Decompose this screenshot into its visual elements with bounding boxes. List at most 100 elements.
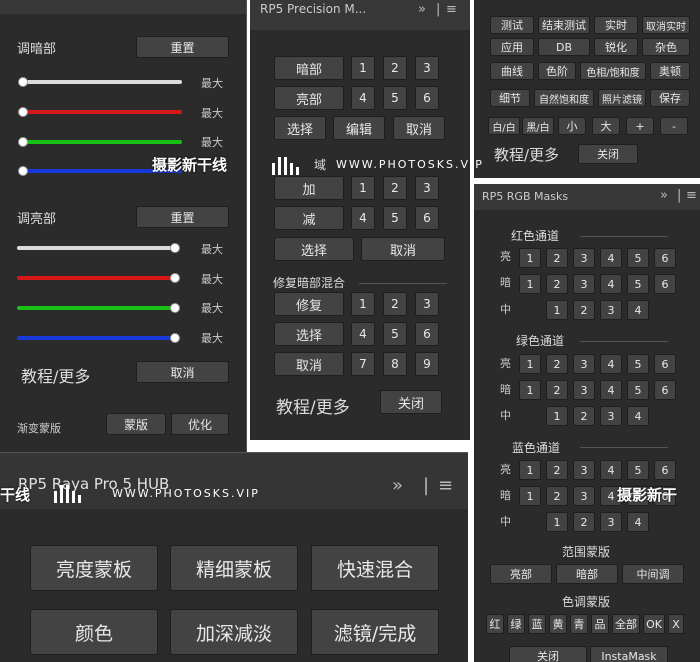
channel-num-2-button[interactable]: 2 [546, 380, 568, 400]
channel-num-5-button[interactable]: 5 [627, 460, 649, 480]
minus-button[interactable]: - [660, 117, 688, 135]
mask-button[interactable]: 蒙版 [106, 413, 166, 435]
close-button[interactable]: 关闭 [578, 144, 638, 164]
channel-num-4-button[interactable]: 4 [600, 354, 622, 374]
cancel-button[interactable]: 取消 [393, 116, 445, 140]
tone-7-button[interactable]: OK [643, 614, 665, 634]
expand-icon[interactable]: » [392, 475, 403, 496]
add-button[interactable]: 加 [274, 176, 344, 200]
channel-num-1-button[interactable]: 1 [519, 486, 541, 506]
expand-icon[interactable]: » [418, 2, 426, 17]
tutorial-link[interactable]: 教程/更多 [21, 363, 90, 387]
slider-knob[interactable] [170, 243, 180, 253]
tone-6-button[interactable]: 全部 [612, 614, 640, 634]
edit-button[interactable]: 编辑 [333, 116, 385, 140]
orton-button[interactable]: 奥顿 [650, 62, 690, 80]
num-1-button[interactable]: 1 [351, 56, 375, 80]
num-2-button[interactable]: 2 [383, 176, 407, 200]
save-button[interactable]: 保存 [650, 89, 690, 107]
test-button[interactable]: 测试 [490, 16, 534, 34]
num-3-button[interactable]: 3 [415, 292, 439, 316]
cancel-button[interactable]: 取消 [361, 237, 445, 261]
cancel-realtime-button[interactable]: 取消实时 [642, 16, 690, 34]
tutorial-link[interactable]: 教程/更多 [276, 393, 350, 418]
channel-num-1-button[interactable]: 1 [519, 354, 541, 374]
dark-button[interactable]: 暗部 [274, 56, 344, 80]
channel-num-5-button[interactable]: 5 [627, 248, 649, 268]
tone-0-button[interactable]: 红 [486, 614, 504, 634]
channel-num-3-button[interactable]: 3 [600, 512, 622, 532]
slider-knob[interactable] [170, 273, 180, 283]
channel-num-6-button[interactable]: 6 [654, 380, 676, 400]
sharpen-button[interactable]: 锐化 [594, 38, 638, 56]
slider-knob[interactable] [170, 303, 180, 313]
num-4-button[interactable]: 4 [351, 86, 375, 110]
channel-num-1-button[interactable]: 1 [519, 460, 541, 480]
channel-num-3-button[interactable]: 3 [573, 380, 595, 400]
hue-sat-button[interactable]: 色相/饱和度 [580, 62, 646, 80]
fine-mask-button[interactable]: 精细蒙板 [170, 545, 298, 591]
select-button[interactable]: 选择 [274, 237, 354, 261]
noise-button[interactable]: 杂色 [642, 38, 690, 56]
channel-num-3-button[interactable]: 3 [573, 460, 595, 480]
db-button[interactable]: DB [538, 38, 590, 56]
num-5-button[interactable]: 5 [383, 322, 407, 346]
close-button[interactable]: 关闭 [380, 390, 442, 414]
vibrance-button[interactable]: 自然饱和度 [534, 89, 594, 107]
slider-knob[interactable] [18, 137, 28, 147]
levels-button[interactable]: 色阶 [538, 62, 576, 80]
cancel-button[interactable]: 取消 [274, 352, 344, 376]
tone-5-button[interactable]: 品 [591, 614, 609, 634]
num-3-button[interactable]: 3 [415, 56, 439, 80]
subtract-button[interactable]: 减 [274, 206, 344, 230]
channel-num-2-button[interactable]: 2 [573, 406, 595, 426]
channel-num-1-button[interactable]: 1 [519, 274, 541, 294]
channel-num-5-button[interactable]: 5 [627, 354, 649, 374]
large-button[interactable]: 大 [592, 117, 620, 135]
tutorial-link[interactable]: 教程/更多 [494, 144, 559, 165]
bright-button[interactable]: 亮部 [274, 86, 344, 110]
num-9-button[interactable]: 9 [415, 352, 439, 376]
channel-num-2-button[interactable]: 2 [546, 486, 568, 506]
channel-num-5-button[interactable]: 5 [627, 380, 649, 400]
color-button[interactable]: 颜色 [30, 609, 158, 655]
channel-num-4-button[interactable]: 4 [600, 460, 622, 480]
channel-num-1-button[interactable]: 1 [546, 406, 568, 426]
menu-icon[interactable]: ≡ [446, 2, 457, 17]
reset-dark-button[interactable]: 重置 [136, 36, 229, 58]
cancel-button[interactable]: 取消 [136, 361, 229, 383]
repair-button[interactable]: 修复 [274, 292, 344, 316]
num-4-button[interactable]: 4 [351, 206, 375, 230]
channel-num-3-button[interactable]: 3 [573, 354, 595, 374]
channel-num-3-button[interactable]: 3 [573, 274, 595, 294]
channel-num-2-button[interactable]: 2 [546, 460, 568, 480]
menu-icon[interactable]: ≡ [438, 475, 453, 496]
num-6-button[interactable]: 6 [415, 206, 439, 230]
channel-num-1-button[interactable]: 1 [519, 380, 541, 400]
menu-icon[interactable]: ≡ [686, 188, 697, 203]
quick-blend-button[interactable]: 快速混合 [311, 545, 439, 591]
channel-num-2-button[interactable]: 2 [546, 248, 568, 268]
optimize-button[interactable]: 优化 [171, 413, 229, 435]
num-1-button[interactable]: 1 [351, 292, 375, 316]
instamask-button[interactable]: InstaMask [590, 646, 668, 662]
detail-button[interactable]: 细节 [490, 89, 530, 107]
channel-num-2-button[interactable]: 2 [546, 274, 568, 294]
close-button[interactable]: 关闭 [509, 646, 587, 662]
small-button[interactable]: 小 [558, 117, 586, 135]
channel-num-6-button[interactable]: 6 [654, 274, 676, 294]
channel-num-1-button[interactable]: 1 [546, 300, 568, 320]
tone-3-button[interactable]: 黄 [549, 614, 567, 634]
num-5-button[interactable]: 5 [383, 206, 407, 230]
tone-1-button[interactable]: 绿 [507, 614, 525, 634]
channel-num-2-button[interactable]: 2 [573, 512, 595, 532]
num-2-button[interactable]: 2 [383, 56, 407, 80]
channel-num-1-button[interactable]: 1 [519, 248, 541, 268]
slider-knob[interactable] [170, 333, 180, 343]
range-dark-button[interactable]: 暗部 [556, 564, 618, 584]
apply-button[interactable]: 应用 [490, 38, 534, 56]
tone-8-button[interactable]: X [668, 614, 684, 634]
channel-num-4-button[interactable]: 4 [627, 512, 649, 532]
num-6-button[interactable]: 6 [415, 86, 439, 110]
num-1-button[interactable]: 1 [351, 176, 375, 200]
